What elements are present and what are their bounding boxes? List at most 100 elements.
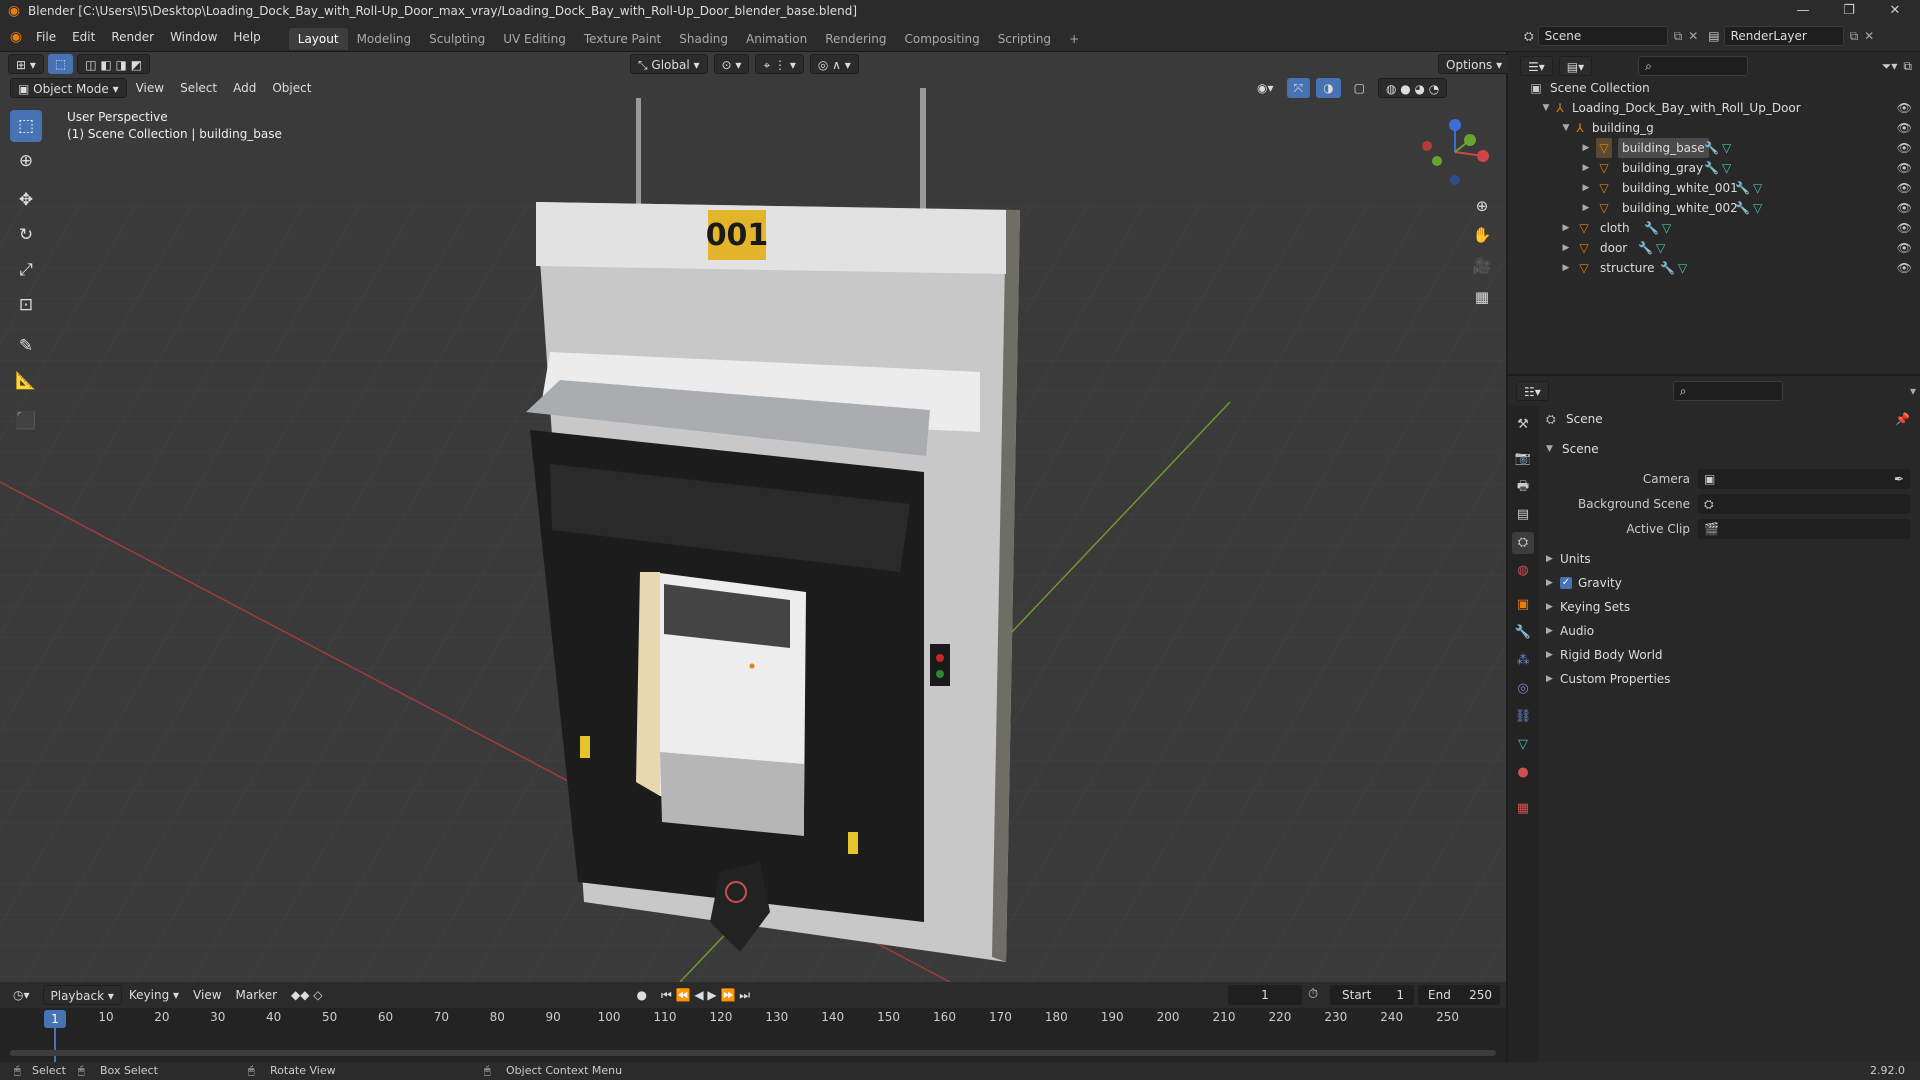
pin-icon[interactable]: 📌 — [1895, 408, 1910, 430]
properties-search-input[interactable]: ⌕ — [1672, 381, 1783, 401]
constraints-tab-icon[interactable]: ⛓ — [1512, 706, 1534, 728]
outliner-row[interactable]: ▶ ▽ cloth 🔧 ▽ 👁 — [1508, 218, 1920, 238]
tab-layout[interactable]: Layout — [288, 27, 348, 50]
renderlayer-selector[interactable]: RenderLayer — [1723, 26, 1844, 46]
scene-new-icon[interactable]: ⧉ — [1674, 29, 1683, 44]
close-button[interactable]: ✕ — [1872, 0, 1918, 22]
menu-render[interactable]: Render — [103, 26, 162, 48]
menu-help[interactable]: Help — [225, 26, 268, 48]
timeline-menu-marker[interactable]: Marker — [229, 985, 284, 1005]
current-frame-field[interactable]: 1 — [1228, 985, 1302, 1005]
minimize-button[interactable]: — — [1780, 0, 1826, 22]
tab-modeling[interactable]: Modeling — [348, 28, 421, 50]
pan-hand-icon[interactable]: ✋ — [1468, 221, 1496, 249]
visibility-eye-icon[interactable]: 👁 — [1897, 178, 1912, 198]
viewport-menu-select[interactable]: Select — [173, 78, 224, 98]
gizmo-toggle-icon[interactable]: ⤧ — [1286, 78, 1311, 98]
tab-rendering[interactable]: Rendering — [816, 28, 895, 50]
transform-orientation[interactable]: ⤡ Global ▾ — [630, 54, 708, 74]
outliner-row[interactable]: ▶ ▽ door 🔧 ▽ 👁 — [1508, 238, 1920, 258]
shading-mode-icons[interactable]: ◍ ● ◕ ◔ — [1377, 78, 1448, 98]
measure-tool-icon[interactable]: 📐 — [10, 365, 42, 397]
tab-scripting[interactable]: Scripting — [989, 28, 1060, 50]
maximize-button[interactable]: ❐ — [1826, 0, 1872, 22]
start-frame-field[interactable]: Start 1 — [1330, 985, 1414, 1005]
collapse-arrow-icon[interactable]: ▶ — [1560, 218, 1572, 238]
keying-sets-subpanel[interactable]: ▶ Keying Sets — [1540, 596, 1910, 618]
timeline-scrollbar[interactable] — [10, 1050, 1496, 1056]
properties-editor-type-icon[interactable]: ☷▾ — [1516, 381, 1549, 401]
timeline-editor-type-icon[interactable]: ◷▾ — [6, 985, 37, 1005]
record-icon[interactable]: ● — [630, 985, 654, 1005]
editor-type-button[interactable]: ⊞ ▾ — [8, 54, 44, 74]
scale-tool-icon[interactable]: ⤢ — [10, 254, 42, 286]
outliner-row[interactable]: ▶ ▽ building_white_001 🔧 ▽ 👁 — [1508, 178, 1920, 198]
menu-window[interactable]: Window — [162, 26, 225, 48]
transform-tool-icon[interactable]: ⊡ — [10, 289, 42, 321]
add-workspace-button[interactable]: + — [1060, 28, 1088, 50]
preview-range-icon[interactable]: ⏱ — [1308, 985, 1318, 1005]
gravity-subpanel[interactable]: ▶ ✓ Gravity — [1540, 572, 1910, 594]
proportional-edit-icon[interactable]: ◎ ∧ ▾ — [809, 54, 859, 74]
rotate-tool-icon[interactable]: ↻ — [10, 219, 42, 251]
scene-selector[interactable]: Scene — [1537, 26, 1668, 46]
tab-uv-editing[interactable]: UV Editing — [494, 28, 575, 50]
menu-edit[interactable]: Edit — [64, 26, 103, 48]
viewport-menu-add[interactable]: Add — [226, 78, 263, 98]
physics-tab-icon[interactable]: ◎ — [1512, 678, 1534, 700]
timeline-menu-playback[interactable]: Playback ▾ — [42, 985, 122, 1005]
outliner-row[interactable]: ▼ ⅄ building_g 👁 — [1508, 118, 1920, 138]
filter-icon[interactable]: ⏷▾ — [1882, 59, 1898, 74]
render-tab-icon[interactable]: 📷 — [1512, 448, 1534, 470]
object-tab-icon[interactable]: ▣ — [1512, 594, 1534, 616]
background-scene-field[interactable]: ⛭ — [1698, 494, 1910, 514]
outliner-row[interactable]: ▶ ▽ structure 🔧 ▽ 👁 — [1508, 258, 1920, 278]
renderlayer-new-icon[interactable]: ⧉ — [1850, 29, 1859, 44]
pivot-point-icon[interactable]: ⊙ ▾ — [713, 54, 750, 74]
options-dropdown[interactable]: Options ▾ — [1438, 54, 1511, 74]
material-tab-icon[interactable]: ● — [1512, 762, 1534, 784]
zoom-icon[interactable]: ⊕ — [1468, 192, 1496, 220]
outliner-search-input[interactable]: ⌕ — [1638, 56, 1749, 76]
playback-controls-icons[interactable]: ⏮ ⏪ ◀ ▶ ⏩ ⏭ — [654, 985, 757, 1005]
visibility-icon[interactable]: ◉▾ — [1250, 78, 1281, 98]
modifier-tab-icon[interactable]: 🔧 — [1512, 622, 1534, 644]
outliner-row-scene-collection[interactable]: ▣ Scene Collection — [1508, 78, 1920, 98]
tab-compositing[interactable]: Compositing — [895, 28, 988, 50]
rigid-body-world-subpanel[interactable]: ▶ Rigid Body World — [1540, 644, 1910, 666]
collapse-arrow-icon[interactable]: ▶ — [1560, 238, 1572, 258]
viewport-menu-view[interactable]: View — [129, 78, 171, 98]
expand-arrow-icon[interactable]: ▼ — [1540, 98, 1552, 118]
collapse-arrow-icon[interactable]: ▶ — [1560, 258, 1572, 278]
visibility-eye-icon[interactable]: 👁 — [1897, 218, 1912, 238]
gravity-checkbox[interactable]: ✓ — [1560, 577, 1572, 589]
eyedropper-icon[interactable]: ✒ — [1894, 469, 1904, 489]
expand-arrow-icon[interactable]: ▼ — [1560, 118, 1572, 138]
outliner-editor-type-icon[interactable]: ☰▾ — [1520, 56, 1553, 76]
visibility-eye-icon[interactable]: 👁 — [1897, 258, 1912, 278]
new-collection-icon[interactable]: ⧉ — [1903, 59, 1912, 74]
visibility-eye-icon[interactable]: 👁 — [1897, 238, 1912, 258]
particles-tab-icon[interactable]: ⁂ — [1512, 650, 1534, 672]
view-layer-tab-icon[interactable]: ▤ — [1512, 504, 1534, 526]
tab-texture-paint[interactable]: Texture Paint — [575, 28, 670, 50]
select-mode-icon[interactable]: ⬚ — [47, 54, 74, 74]
object-mode-dropdown[interactable]: ▣ Object Mode ▾ — [10, 78, 127, 98]
world-tab-icon[interactable]: ◍ — [1512, 560, 1534, 582]
renderlayer-delete-icon[interactable]: ✕ — [1864, 29, 1874, 43]
collapse-arrow-icon[interactable]: ▶ — [1580, 198, 1592, 218]
select-box-tool-icon[interactable]: ⬚ — [10, 110, 42, 142]
scene-tab-icon[interactable]: ⛭ — [1512, 532, 1534, 554]
tab-sculpting[interactable]: Sculpting — [420, 28, 494, 50]
menu-file[interactable]: File — [28, 26, 64, 48]
display-mode-icon[interactable]: ▤▾ — [1558, 56, 1593, 76]
overlay-toggle-icon[interactable]: ◑ — [1316, 78, 1341, 98]
ortho-grid-icon[interactable]: ▦ — [1468, 283, 1496, 311]
visibility-eye-icon[interactable]: 👁 — [1897, 118, 1912, 138]
output-tab-icon[interactable]: 🖶 — [1512, 476, 1534, 498]
scene-panel-header[interactable]: ▼ Scene — [1540, 438, 1910, 460]
cursor-tool-icon[interactable]: ⊕ — [10, 145, 42, 177]
properties-options-icon[interactable]: ▾ — [1910, 384, 1916, 398]
collapse-arrow-icon[interactable]: ▶ — [1580, 138, 1592, 158]
snap-icon[interactable]: ⌖ ⋮ ▾ — [755, 54, 804, 74]
